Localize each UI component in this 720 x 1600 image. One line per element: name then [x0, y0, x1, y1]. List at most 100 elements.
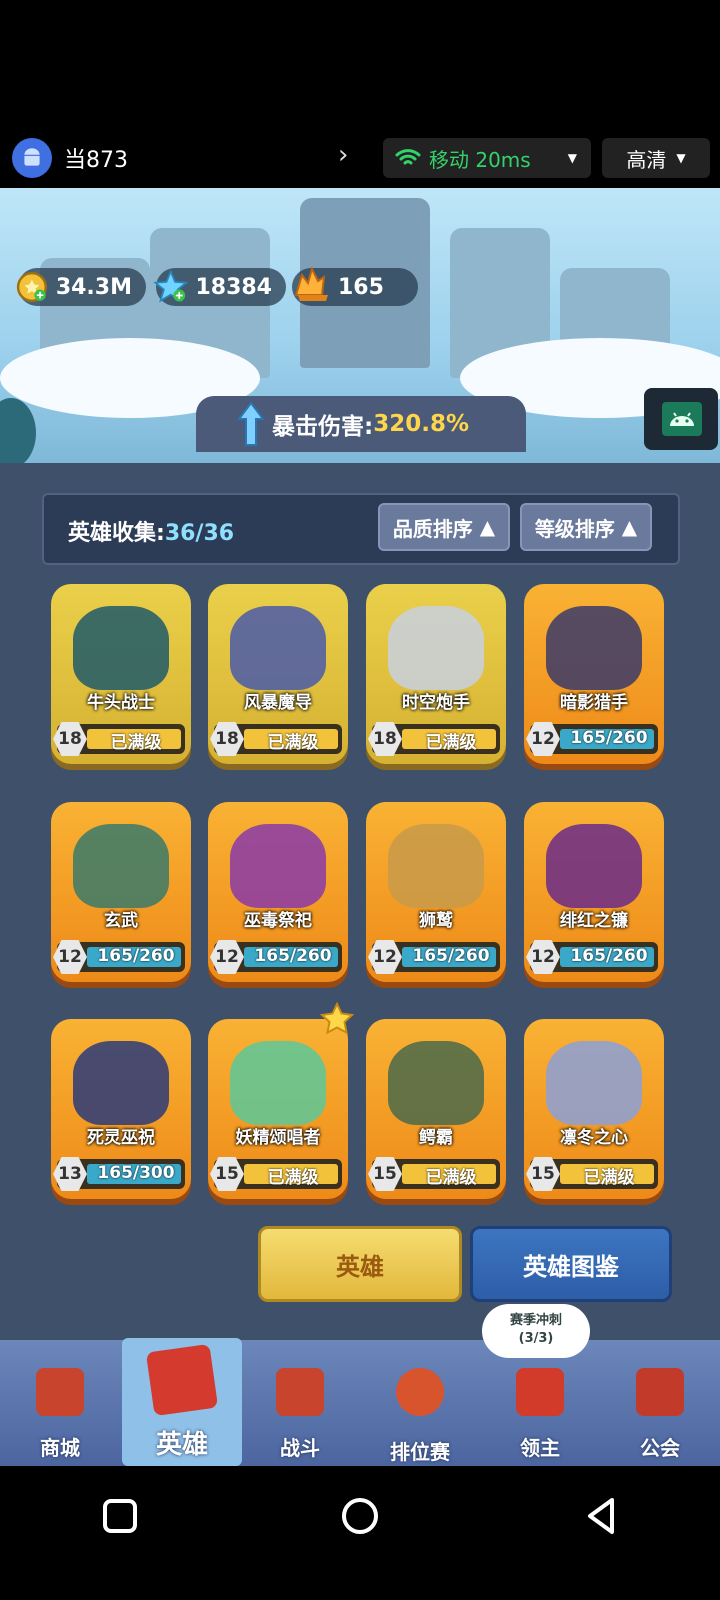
crit-damage-banner: 暴击伤害: 320.8% [196, 396, 526, 452]
hero-level-row: 12 165/260 [53, 940, 185, 974]
season-sprint-progress: (3/3) [518, 1331, 554, 1346]
room-label: 当873 [64, 148, 128, 173]
network-selector[interactable]: 移动 20ms ▼ [383, 138, 591, 178]
season-sprint-title: 赛季冲刺 [509, 1313, 562, 1328]
gold-coin-icon [16, 271, 47, 303]
hero-portrait [388, 1041, 484, 1125]
gold-value: 34.3M [55, 274, 132, 300]
sort-quality-label: 品质排序 [392, 516, 473, 541]
lord-banner-icon [516, 1368, 564, 1416]
hero-level-row: 12 165/260 [210, 940, 342, 974]
blue-star-icon [153, 269, 189, 303]
hero-portrait [546, 606, 642, 690]
shop-chest-icon [36, 1368, 84, 1416]
season-sprint-bubble[interactable]: 赛季冲刺 (3/3) [482, 1304, 590, 1358]
hero-card[interactable]: 暗影猎手 12 165/260 [524, 584, 664, 764]
signal-badge [0, 398, 36, 463]
tab-label: 领主 [520, 1436, 560, 1460]
sort-quality-button[interactable]: 品质排序 ▲ [378, 503, 510, 551]
hero-name: 死灵巫祝 [87, 1128, 155, 1148]
hero-card[interactable]: 绯红之镰 12 165/260 [524, 802, 664, 982]
recents-icon[interactable] [100, 1496, 140, 1536]
chevron-right-icon[interactable]: › [338, 140, 348, 170]
hero-name: 绯红之镰 [560, 911, 628, 931]
hero-card[interactable]: 风暴魔导 18 已满级 [208, 584, 348, 764]
tab-guild[interactable]: 公会 [600, 1340, 720, 1466]
level-progress-text: 165/260 [570, 946, 648, 966]
crit-value: 320.8% [373, 411, 469, 437]
collection-count: 36/36 [164, 521, 235, 546]
battle-fist-icon [276, 1368, 324, 1416]
level-badge: 12 [368, 940, 402, 974]
back-icon[interactable] [582, 1496, 622, 1536]
hero-portrait [388, 824, 484, 908]
android-icon [24, 148, 40, 166]
hero-level-row: 13 165/300 [53, 1157, 185, 1191]
tab-label: 公会 [640, 1436, 680, 1460]
star-counter[interactable]: 18384 [153, 268, 286, 306]
bottom-tab-bar: 商城 英雄 战斗 排位赛 领主 公会 [0, 1338, 720, 1466]
gold-counter[interactable]: 34.3M [16, 268, 146, 306]
level-badge: 15 [526, 1157, 560, 1191]
tab-label: 排位赛 [390, 1440, 450, 1464]
android-icon [662, 402, 702, 436]
hero-name: 凛冬之心 [560, 1128, 628, 1148]
star-icon [320, 1002, 354, 1035]
hero-card[interactable]: 死灵巫祝 13 165/300 [51, 1019, 191, 1199]
hero-tab-button[interactable]: 英雄 [258, 1226, 462, 1302]
triangle-up-icon: ▲ [479, 515, 496, 539]
hero-card[interactable]: 凛冬之心 15 已满级 [524, 1019, 664, 1199]
hero-card[interactable]: 巫毒祭祀 12 165/260 [208, 802, 348, 982]
hero-level-row: 15 已满级 [526, 1157, 658, 1191]
hero-level-row: 12 165/260 [368, 940, 500, 974]
tab-hero[interactable]: 英雄 [122, 1338, 242, 1466]
home-icon[interactable] [340, 1496, 380, 1536]
hero-level-row: 18 已满级 [210, 722, 342, 756]
hero-name: 狮鹫 [419, 911, 453, 931]
hero-guide-button[interactable]: 英雄图鉴 [470, 1226, 672, 1302]
star-value: 18384 [195, 274, 272, 300]
hero-name: 风暴魔导 [244, 693, 312, 713]
crystal-counter[interactable]: 165 [292, 266, 418, 306]
hero-card[interactable]: 鳄霸 15 已满级 [366, 1019, 506, 1199]
network-label: 移动 20ms [429, 147, 531, 172]
crit-label: 暴击伤害: [272, 414, 374, 440]
hero-level-row: 15 已满级 [210, 1157, 342, 1191]
hero-name: 玄武 [104, 911, 138, 931]
quality-label: 高清 [626, 147, 667, 172]
tab-lord[interactable]: 领主 [480, 1340, 600, 1466]
hero-card[interactable]: 狮鹫 12 165/260 [366, 802, 506, 982]
tab-ranked[interactable]: 排位赛 [360, 1340, 480, 1466]
level-progress-text: 165/260 [412, 946, 490, 966]
tab-shop[interactable]: 商城 [0, 1340, 120, 1466]
level-progress-text: 已满级 [425, 733, 477, 753]
status-bar: 当873 › 移动 20ms ▼ 高清 ▼ [0, 128, 720, 188]
hero-card[interactable]: 妖精颂唱者 15 已满级 [208, 1019, 348, 1199]
ranked-knot-icon [396, 1368, 444, 1416]
android-button[interactable] [644, 388, 718, 450]
level-badge: 13 [53, 1157, 87, 1191]
hero-card[interactable]: 时空炮手 18 已满级 [366, 584, 506, 764]
collection-label: 英雄收集: [68, 521, 165, 546]
avatar[interactable] [12, 138, 52, 178]
hero-level-row: 12 165/260 [526, 940, 658, 974]
arrow-up-icon [237, 401, 265, 446]
level-progress-text: 已满级 [267, 733, 319, 753]
quality-selector[interactable]: 高清 ▼ [602, 138, 710, 178]
tab-battle[interactable]: 战斗 [240, 1340, 360, 1466]
level-badge: 15 [368, 1157, 402, 1191]
hero-portrait [73, 1041, 169, 1125]
hero-portrait [230, 824, 326, 908]
hero-level-row: 12 165/260 [526, 722, 658, 756]
hero-card[interactable]: 牛头战士 18 已满级 [51, 584, 191, 764]
hero-portrait [230, 1041, 326, 1125]
tab-label: 商城 [40, 1436, 80, 1460]
hero-card[interactable]: 玄武 12 165/260 [51, 802, 191, 982]
hero-name: 巫毒祭祀 [244, 911, 312, 931]
level-badge: 12 [210, 940, 244, 974]
hero-portrait [73, 824, 169, 908]
level-badge: 12 [526, 722, 560, 756]
sort-level-button[interactable]: 等级排序 ▲ [520, 503, 652, 551]
level-badge: 18 [210, 722, 244, 756]
hero-portrait [546, 1041, 642, 1125]
